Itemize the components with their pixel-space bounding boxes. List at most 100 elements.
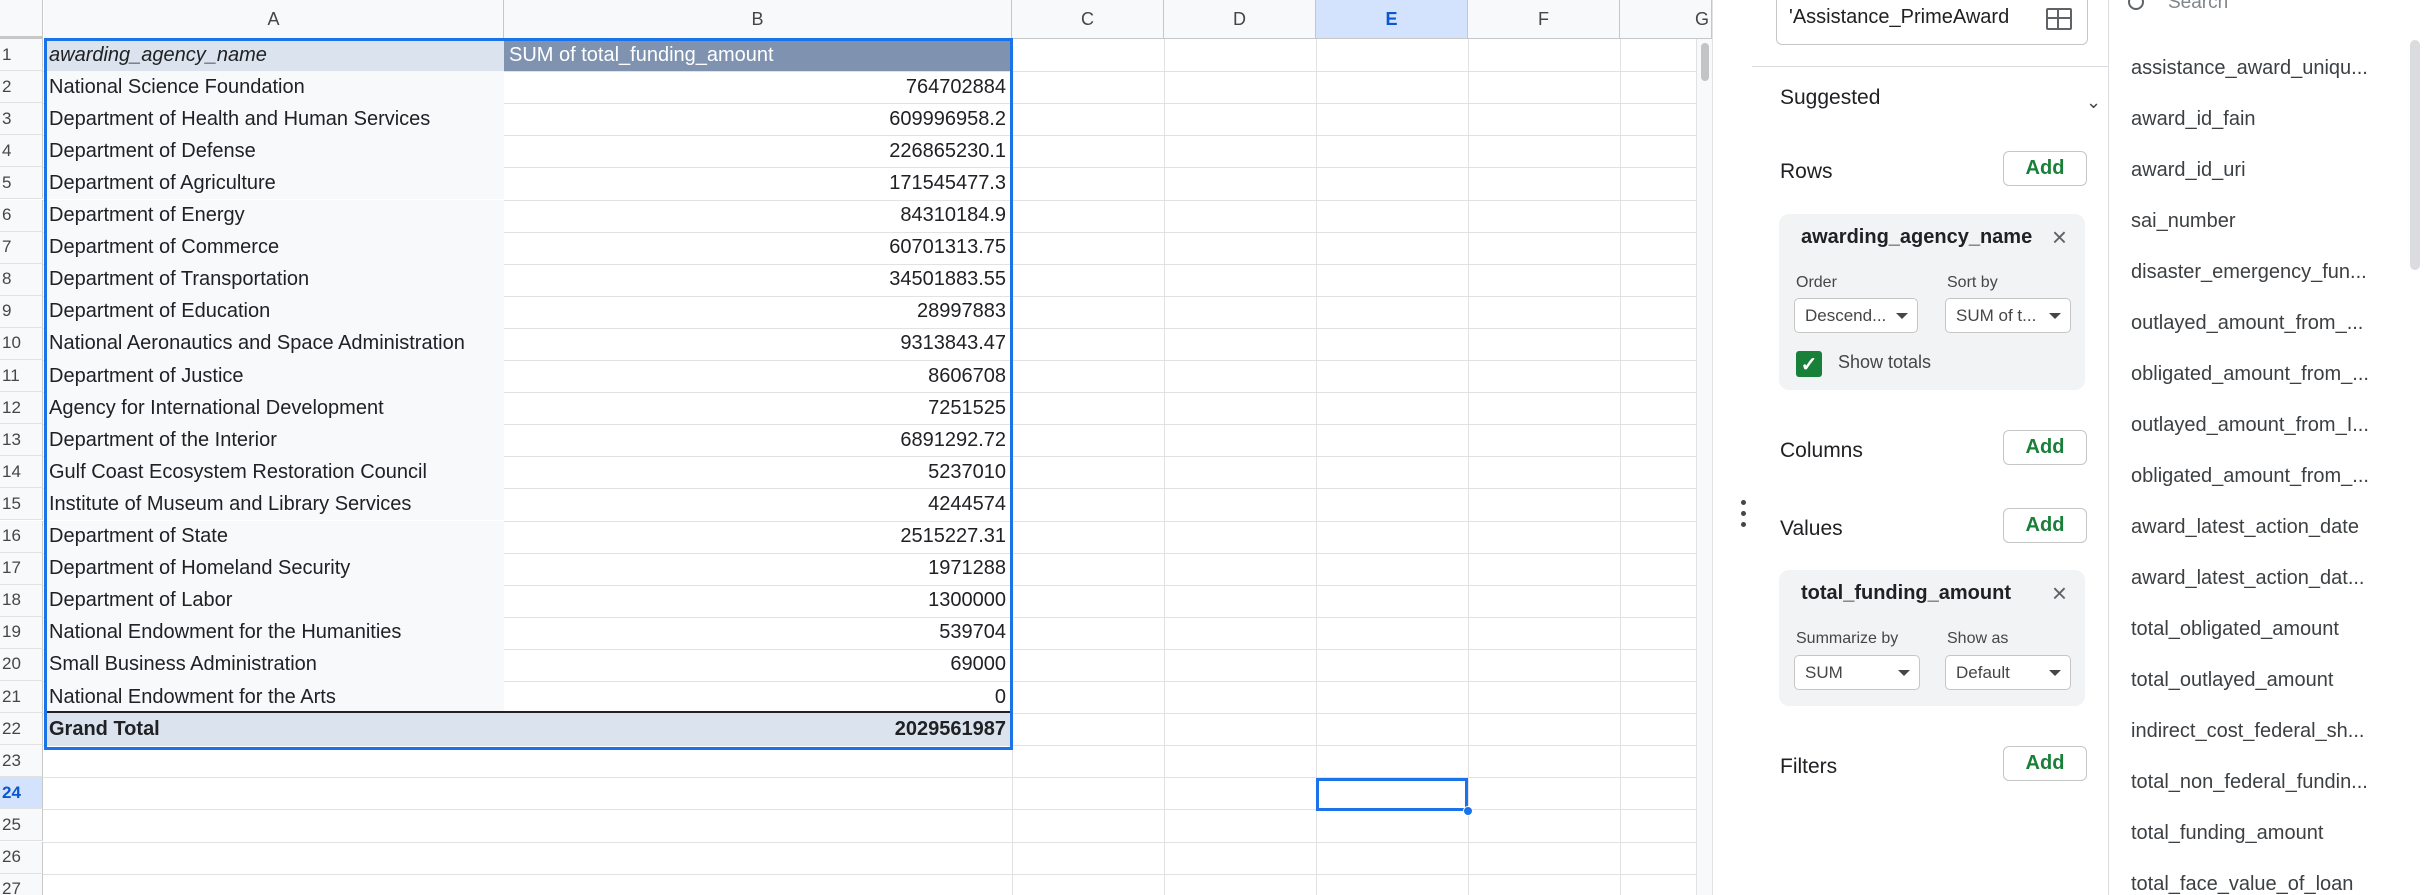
grand-total-value[interactable]: 2029561987 xyxy=(504,713,1011,746)
pivot-row-agency[interactable]: Department of Education xyxy=(44,295,504,328)
pivot-row-amount[interactable]: 0 xyxy=(504,681,1011,713)
field-list-item[interactable]: assistance_award_uniqu... xyxy=(2131,57,2386,80)
field-list-item[interactable]: award_id_fain xyxy=(2131,108,2386,131)
field-list-item[interactable]: award_id_uri xyxy=(2131,159,2386,182)
field-list-item[interactable]: total_outlayed_amount xyxy=(2131,669,2386,692)
pivot-header-agency[interactable]: awarding_agency_name xyxy=(44,39,504,72)
field-list-item[interactable]: total_obligated_amount xyxy=(2131,618,2386,641)
pivot-row-amount[interactable]: 226865230.1 xyxy=(504,135,1011,167)
select-range-icon[interactable] xyxy=(2046,8,2072,30)
pivot-header-sum[interactable]: SUM of total_funding_amount xyxy=(504,39,1011,72)
pivot-row-agency[interactable]: National Aeronautics and Space Administr… xyxy=(44,327,504,360)
row-header[interactable]: 27 xyxy=(0,873,43,895)
row-header[interactable]: 17 xyxy=(0,552,43,585)
pivot-row-amount[interactable]: 764702884 xyxy=(504,71,1011,103)
pivot-row-agency[interactable]: Department of State xyxy=(44,520,504,553)
field-list-item[interactable]: outlayed_amount_from_I... xyxy=(2131,414,2386,437)
row-header[interactable]: 24 xyxy=(0,777,43,810)
pivot-row-agency[interactable]: Institute of Museum and Library Services xyxy=(44,488,504,521)
sort-by-dropdown[interactable]: SUM of t... xyxy=(1945,298,2071,333)
active-cell-e24[interactable] xyxy=(1316,778,1468,811)
pivot-row-agency[interactable]: Department of Justice xyxy=(44,360,504,393)
pivot-row-amount[interactable]: 84310184.9 xyxy=(504,200,1011,232)
pivot-row-agency[interactable]: Agency for International Development xyxy=(44,392,504,425)
row-header[interactable]: 22 xyxy=(0,713,43,746)
pivot-row-agency[interactable]: Department of Agriculture xyxy=(44,167,504,200)
pivot-row-amount[interactable]: 1300000 xyxy=(504,585,1011,617)
sheet-vertical-scrollbar[interactable] xyxy=(1696,39,1712,895)
columns-add-button[interactable]: Add xyxy=(2003,430,2087,465)
pivot-row-agency[interactable]: Department of Transportation xyxy=(44,263,504,296)
row-header[interactable]: 21 xyxy=(0,681,43,714)
pivot-row-amount[interactable]: 2515227.31 xyxy=(504,521,1011,553)
column-header-c[interactable]: C xyxy=(1012,0,1164,39)
field-list-item[interactable]: total_face_value_of_loan xyxy=(2131,873,2386,895)
row-header[interactable]: 26 xyxy=(0,841,43,874)
row-header[interactable]: 12 xyxy=(0,392,43,425)
field-list-item[interactable]: sai_number xyxy=(2131,210,2386,233)
row-header[interactable]: 5 xyxy=(0,167,43,200)
field-list-item[interactable]: award_latest_action_date xyxy=(2131,516,2386,539)
field-list-item[interactable]: award_latest_action_dat... xyxy=(2131,567,2386,590)
row-header[interactable]: 10 xyxy=(0,327,43,360)
pivot-row-agency[interactable]: Department of Health and Human Services xyxy=(44,103,504,136)
summarize-by-dropdown[interactable]: SUM xyxy=(1794,655,1920,690)
column-header-d[interactable]: D xyxy=(1164,0,1316,39)
pivot-row-amount[interactable]: 60701313.75 xyxy=(504,232,1011,264)
data-range-field[interactable]: 'Assistance_PrimeAward xyxy=(1776,0,2088,45)
pivot-row-agency[interactable]: National Endowment for the Arts xyxy=(44,681,504,714)
field-list-item[interactable]: indirect_cost_federal_sh... xyxy=(2131,720,2386,743)
pivot-row-agency[interactable]: Small Business Administration xyxy=(44,648,504,681)
suggested-section-title[interactable]: Suggested xyxy=(1780,86,1880,110)
pivot-row-amount[interactable]: 4244574 xyxy=(504,488,1011,520)
show-totals-checkbox[interactable]: ✓ xyxy=(1796,351,1822,377)
order-dropdown[interactable]: Descend... xyxy=(1794,298,1918,333)
column-header-g[interactable]: G xyxy=(1620,0,1712,39)
row-header[interactable]: 25 xyxy=(0,809,43,842)
pivot-row-amount[interactable]: 9313843.47 xyxy=(504,328,1011,360)
pivot-row-agency[interactable]: Department of the Interior xyxy=(44,424,504,457)
remove-value-field-close-icon[interactable]: × xyxy=(2052,580,2067,606)
row-header[interactable]: 16 xyxy=(0,520,43,553)
row-header[interactable]: 11 xyxy=(0,360,43,393)
spreadsheet-grid[interactable]: A B C D E F G 1 2 3 4 5 6 7 8 9 10 11 12 13 14 15 16 17 1… xyxy=(0,0,1712,895)
row-header[interactable]: 6 xyxy=(0,199,43,232)
row-header[interactable]: 14 xyxy=(0,456,43,489)
row-header[interactable]: 1 xyxy=(0,39,43,72)
row-header[interactable]: 4 xyxy=(0,135,43,168)
pivot-row-agency[interactable]: Department of Energy xyxy=(44,199,504,232)
field-list-scrollbar-thumb[interactable] xyxy=(2410,40,2420,270)
row-header[interactable]: 23 xyxy=(0,745,43,778)
pivot-row-agency[interactable]: Department of Homeland Security xyxy=(44,552,504,585)
remove-row-field-close-icon[interactable]: × xyxy=(2052,224,2067,250)
field-search-input[interactable]: Search xyxy=(2168,0,2228,14)
field-list-item[interactable]: obligated_amount_from_... xyxy=(2131,465,2386,488)
select-all-corner[interactable] xyxy=(0,0,43,39)
row-header[interactable]: 18 xyxy=(0,584,43,617)
row-header[interactable]: 8 xyxy=(0,263,43,296)
field-list-item[interactable]: total_non_federal_fundin... xyxy=(2131,771,2386,794)
column-header-f[interactable]: F xyxy=(1468,0,1620,39)
pivot-row-amount[interactable]: 28997883 xyxy=(504,296,1011,328)
row-header[interactable]: 20 xyxy=(0,648,43,681)
fill-handle[interactable] xyxy=(1463,806,1473,816)
pivot-row-amount[interactable]: 5237010 xyxy=(504,456,1011,488)
pivot-row-amount[interactable]: 8606708 xyxy=(504,360,1011,392)
row-header[interactable]: 19 xyxy=(0,616,43,649)
pivot-row-amount[interactable]: 171545477.3 xyxy=(504,167,1011,199)
pivot-row-amount[interactable]: 609996958.2 xyxy=(504,103,1011,135)
row-header[interactable]: 9 xyxy=(0,295,43,328)
filters-add-button[interactable]: Add xyxy=(2003,746,2087,781)
rows-add-button[interactable]: Add xyxy=(2003,151,2087,186)
chevron-down-icon[interactable]: ⌄ xyxy=(2086,92,2101,113)
grand-total-label[interactable]: Grand Total xyxy=(44,713,504,746)
values-add-button[interactable]: Add xyxy=(2003,508,2087,543)
pivot-row-agency[interactable]: Department of Commerce xyxy=(44,231,504,264)
column-header-e[interactable]: E xyxy=(1316,0,1468,39)
pivot-row-agency[interactable]: Department of Labor xyxy=(44,584,504,617)
field-list-item[interactable]: obligated_amount_from_... xyxy=(2131,363,2386,386)
row-header[interactable]: 3 xyxy=(0,103,43,136)
pivot-row-agency[interactable]: National Endowment for the Humanities xyxy=(44,616,504,649)
column-header-a[interactable]: A xyxy=(44,0,504,39)
field-list-item[interactable]: disaster_emergency_fun... xyxy=(2131,261,2386,284)
